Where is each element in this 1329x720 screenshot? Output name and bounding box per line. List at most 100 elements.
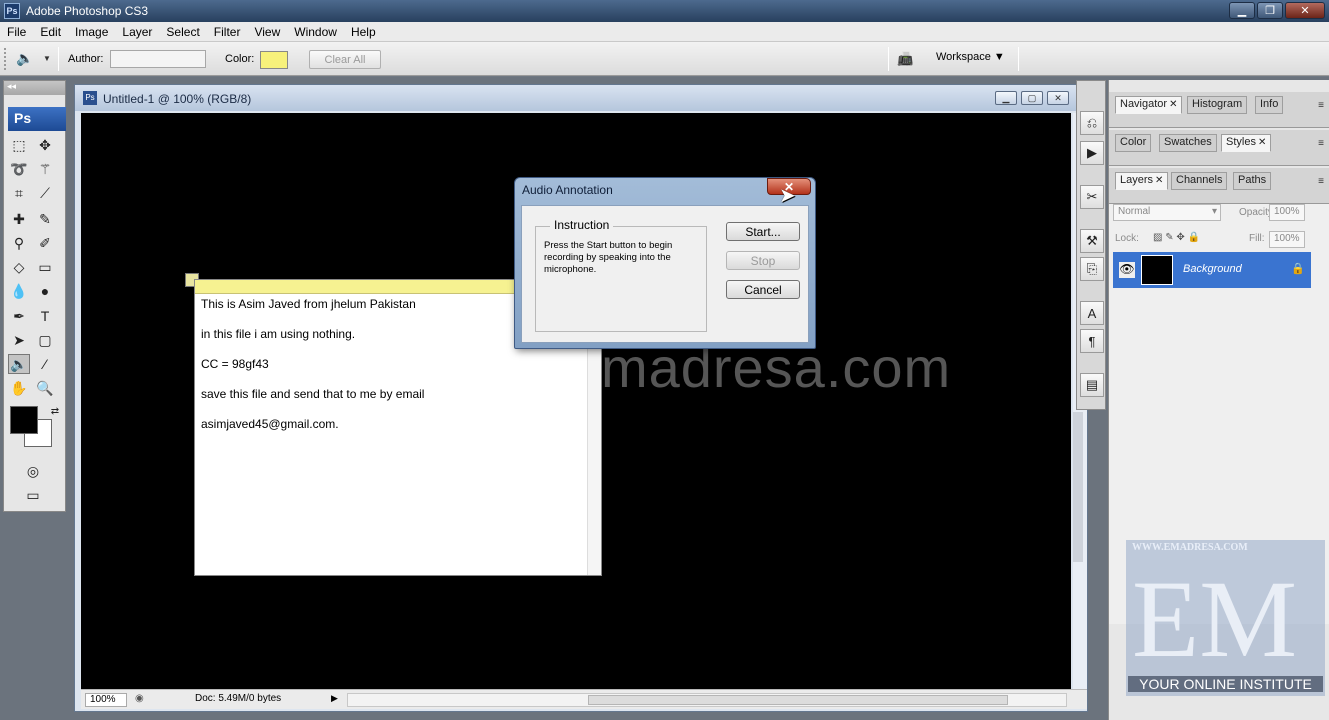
tab-channels[interactable]: Channels bbox=[1171, 172, 1228, 190]
status-menu-arrow-icon[interactable]: ▶ bbox=[331, 693, 338, 704]
close-tab-icon[interactable]: ✕ bbox=[1169, 99, 1177, 110]
blend-mode-select[interactable]: Normal ▾ bbox=[1113, 204, 1221, 221]
healing-brush-tool-icon[interactable]: ✚ bbox=[8, 209, 30, 229]
foreground-color-swatch[interactable] bbox=[10, 406, 38, 434]
start-button[interactable]: Start... bbox=[726, 222, 800, 241]
blur-tool-icon[interactable]: 💧 bbox=[8, 281, 30, 301]
character-panel-icon[interactable]: A bbox=[1080, 301, 1104, 325]
document-minimize-button[interactable]: ▁ bbox=[995, 91, 1017, 105]
menu-layer[interactable]: Layer bbox=[115, 25, 159, 39]
brush-tool-icon[interactable]: ✎ bbox=[34, 209, 56, 229]
menu-window[interactable]: Window bbox=[287, 25, 344, 39]
actions-panel-icon[interactable]: ▶ bbox=[1080, 141, 1104, 165]
history-panel-icon[interactable]: ⎌ bbox=[1080, 111, 1104, 135]
tab-label: Channels bbox=[1176, 174, 1223, 186]
tab-layers[interactable]: Layers ✕ bbox=[1115, 172, 1169, 190]
document-title-bar[interactable]: Ps Untitled-1 @ 100% (RGB/8) ▁ ▢ ✕ bbox=[75, 85, 1087, 111]
dock-scrollbar[interactable] bbox=[1073, 412, 1083, 562]
history-brush-tool-icon[interactable]: ✐ bbox=[34, 233, 56, 253]
tab-navigator[interactable]: Navigator ✕ bbox=[1115, 96, 1183, 114]
menu-help[interactable]: Help bbox=[344, 25, 383, 39]
audio-annotation-tool-icon[interactable]: 🔈 bbox=[16, 50, 33, 67]
zoom-level-field[interactable]: 100% bbox=[85, 693, 127, 707]
document-close-button[interactable]: ✕ bbox=[1047, 91, 1069, 105]
layer-row[interactable]: 👁 Background 🔒 bbox=[1113, 252, 1311, 288]
type-tool-icon[interactable]: T bbox=[34, 306, 56, 326]
dialog-body: Instruction Press the Start button to be… bbox=[521, 205, 809, 343]
fill-field[interactable]: 100% bbox=[1269, 231, 1305, 248]
brushes-panel-icon[interactable]: ⚒ bbox=[1080, 229, 1104, 253]
close-button[interactable]: ✕ bbox=[1285, 2, 1325, 19]
pen-tool-icon[interactable]: ✒ bbox=[8, 306, 30, 326]
menu-select[interactable]: Select bbox=[159, 25, 206, 39]
shape-tool-icon[interactable]: ▢ bbox=[34, 330, 56, 350]
panel-menu-icon[interactable]: ≡ bbox=[1318, 100, 1324, 111]
tool-preset-dropdown-icon[interactable]: ▼ bbox=[43, 54, 51, 63]
layer-thumbnail bbox=[1141, 255, 1173, 285]
dialog-title: Audio Annotation bbox=[522, 183, 613, 197]
blend-mode-value: Normal bbox=[1118, 206, 1151, 217]
menu-view[interactable]: View bbox=[247, 25, 287, 39]
document-horizontal-scrollbar[interactable] bbox=[347, 693, 1067, 707]
hand-tool-icon[interactable]: ✋ bbox=[8, 378, 30, 398]
dodge-tool-icon[interactable]: ● bbox=[34, 281, 56, 301]
workspace-icon[interactable]: 📠 bbox=[897, 51, 919, 67]
close-tab-icon[interactable]: ✕ bbox=[1258, 137, 1266, 148]
magic-wand-tool-icon[interactable]: ⚚ bbox=[34, 159, 56, 179]
gradient-tool-icon[interactable]: ▭ bbox=[34, 257, 56, 277]
app-title: Adobe Photoshop CS3 bbox=[26, 4, 149, 18]
toolbox-header[interactable]: ◂◂ bbox=[4, 81, 65, 95]
tab-label: Color bbox=[1120, 136, 1147, 148]
minimize-button[interactable]: ▁ bbox=[1229, 2, 1255, 19]
eyedropper-tool-icon[interactable]: ⁄ bbox=[34, 354, 56, 374]
tool-presets-panel-icon[interactable]: ✂ bbox=[1080, 185, 1104, 209]
menu-filter[interactable]: Filter bbox=[207, 25, 248, 39]
logo-letters: EM bbox=[1132, 558, 1297, 680]
menu-edit[interactable]: Edit bbox=[33, 25, 68, 39]
audio-annotation-tool-icon[interactable]: 🔈 bbox=[8, 354, 30, 374]
tab-histogram[interactable]: Histogram bbox=[1187, 96, 1248, 114]
chevron-down-icon: ▾ bbox=[1211, 206, 1217, 217]
photoshop-badge[interactable]: Ps bbox=[8, 107, 66, 131]
lock-options-icon[interactable]: ▨ ✎ ✥ 🔒 bbox=[1153, 232, 1200, 243]
clear-all-button[interactable]: Clear All bbox=[309, 50, 381, 69]
zoom-tool-icon[interactable]: 🔍 bbox=[34, 378, 56, 398]
author-input[interactable] bbox=[110, 50, 206, 68]
opacity-field[interactable]: 100% bbox=[1269, 204, 1305, 221]
marquee-tool-icon[interactable]: ⬚ bbox=[8, 135, 30, 155]
path-selection-tool-icon[interactable]: ➤ bbox=[8, 330, 30, 350]
eraser-tool-icon[interactable]: ◇ bbox=[8, 257, 30, 277]
panel-menu-icon[interactable]: ≡ bbox=[1318, 176, 1324, 187]
status-info-icon[interactable]: ◉ bbox=[135, 693, 144, 704]
layer-comps-panel-icon[interactable]: ▤ bbox=[1080, 373, 1104, 397]
horizontal-scroll-thumb[interactable] bbox=[588, 695, 1008, 705]
clone-source-panel-icon[interactable]: ⎘ bbox=[1080, 257, 1104, 281]
tab-color[interactable]: Color bbox=[1115, 134, 1152, 152]
document-maximize-button[interactable]: ▢ bbox=[1021, 91, 1043, 105]
workspace-button[interactable]: Workspace ▼ bbox=[936, 51, 1005, 63]
options-bar-grip[interactable] bbox=[4, 48, 7, 70]
menu-image[interactable]: Image bbox=[68, 25, 115, 39]
lasso-tool-icon[interactable]: ➰ bbox=[8, 159, 30, 179]
annotation-color-swatch[interactable] bbox=[260, 51, 288, 69]
screen-mode-icon[interactable]: ▭ bbox=[22, 485, 44, 505]
slice-tool-icon[interactable]: ⟋ bbox=[34, 183, 56, 203]
cancel-button[interactable]: Cancel bbox=[726, 280, 800, 299]
paragraph-panel-icon[interactable]: ¶ bbox=[1080, 329, 1104, 353]
close-tab-icon[interactable]: ✕ bbox=[1155, 175, 1163, 186]
tab-swatches[interactable]: Swatches bbox=[1159, 134, 1217, 152]
move-tool-icon[interactable]: ✥ bbox=[34, 135, 56, 155]
panel-menu-icon[interactable]: ≡ bbox=[1318, 138, 1324, 149]
clone-stamp-tool-icon[interactable]: ⚲ bbox=[8, 233, 30, 253]
crop-tool-icon[interactable]: ⌗ bbox=[8, 183, 30, 203]
swap-colors-icon[interactable]: ⇄ bbox=[44, 401, 66, 421]
quick-mask-icon[interactable]: ◎ bbox=[22, 461, 44, 481]
restore-button[interactable]: ❐ bbox=[1257, 2, 1283, 19]
menu-file[interactable]: File bbox=[0, 25, 33, 39]
visibility-eye-icon[interactable]: 👁 bbox=[1119, 262, 1135, 278]
tab-info[interactable]: Info bbox=[1255, 96, 1284, 114]
tab-label: Styles bbox=[1226, 136, 1256, 148]
stop-button[interactable]: Stop bbox=[726, 251, 800, 270]
tab-paths[interactable]: Paths bbox=[1233, 172, 1272, 190]
tab-styles[interactable]: Styles ✕ bbox=[1221, 134, 1272, 152]
